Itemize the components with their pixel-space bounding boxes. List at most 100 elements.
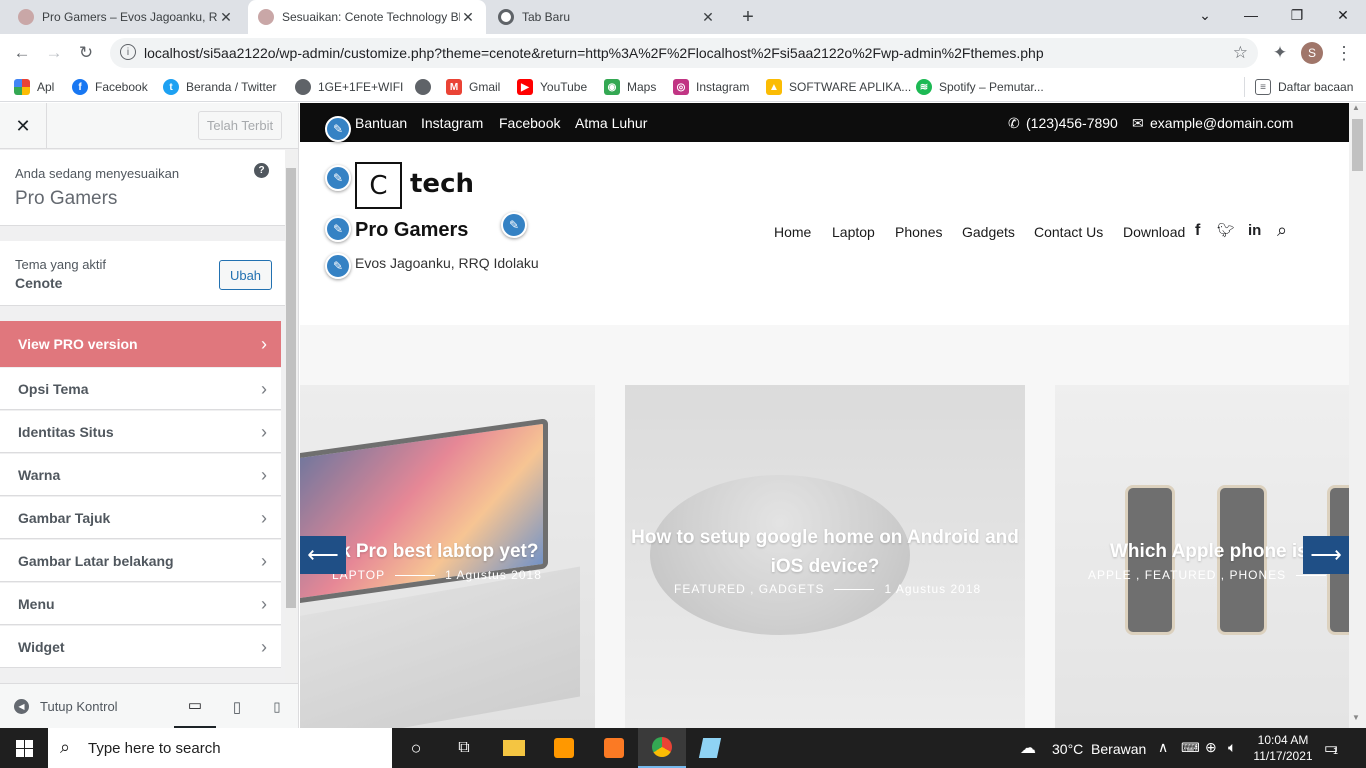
bookmark-facebook[interactable]: f Facebook <box>72 77 148 97</box>
slider-prev-button[interactable]: ⟵ <box>300 536 346 574</box>
network-globe-icon[interactable]: ⊕ <box>1205 739 1217 756</box>
sublime-text-icon[interactable] <box>540 728 588 768</box>
edit-shortcut-icon[interactable]: ✎ <box>325 165 351 191</box>
site-title[interactable]: Pro Gamers <box>355 219 468 242</box>
top-link-facebook[interactable]: Facebook <box>499 115 560 131</box>
desktop-preview-icon[interactable]: ▭ <box>174 684 216 728</box>
slider-next-button[interactable]: ⟶ <box>1303 536 1349 574</box>
mobile-preview-icon[interactable]: ▯ <box>262 684 292 728</box>
windows-start-icon[interactable] <box>0 728 48 768</box>
help-icon[interactable]: ? <box>254 163 269 178</box>
bookmark-globe[interactable] <box>415 77 438 97</box>
reading-list-button[interactable]: ≡ Daftar bacaan <box>1255 77 1353 97</box>
forward-icon[interactable]: → <box>41 40 67 66</box>
slide-google-home[interactable]: How to setup google home on Android and … <box>625 385 1025 728</box>
tab-customizer[interactable]: Sesuaikan: Cenote Technology Bl ✕ <box>248 0 486 34</box>
clock[interactable]: 10:04 AM 11/17/2021 <box>1253 732 1313 764</box>
menu-site-identity[interactable]: Identitas Situs › <box>0 411 281 453</box>
bookmark-wifi[interactable]: 1GE+1FE+WIFI <box>295 77 403 97</box>
menu-header-image[interactable]: Gambar Tajuk › <box>0 497 281 539</box>
nav-home[interactable]: Home <box>774 224 811 240</box>
tablet-preview-icon[interactable]: ▯ <box>222 684 252 728</box>
preview-scrollbar-thumb[interactable] <box>1352 119 1363 171</box>
notepad-icon[interactable] <box>686 728 734 768</box>
slide-categories[interactable]: FEATURED , GADGETS <box>674 582 824 596</box>
tab-pro-gamers[interactable]: Pro Gamers – Evos Jagoanku, RRQ ✕ <box>8 0 244 34</box>
scroll-up-icon[interactable]: ▲ <box>1352 103 1360 112</box>
menu-theme-options[interactable]: Opsi Tema › <box>0 368 281 410</box>
back-icon[interactable]: ← <box>9 40 35 66</box>
close-window-icon[interactable]: ✕ <box>1320 0 1366 30</box>
menu-kebab-icon[interactable]: ⋮ <box>1331 40 1357 66</box>
bookmark-apps[interactable]: Apl <box>14 77 54 97</box>
sidebar-scrollbar[interactable] <box>285 150 297 683</box>
view-pro-button[interactable]: View PRO version › <box>0 321 281 367</box>
taskbar-search-box[interactable]: ⌕ Type here to search <box>48 728 392 768</box>
close-icon[interactable]: ✕ <box>0 103 47 149</box>
menu-colors[interactable]: Warna › <box>0 454 281 496</box>
nav-phones[interactable]: Phones <box>895 224 942 240</box>
cortana-icon[interactable]: ○ <box>392 728 440 768</box>
menu-menus[interactable]: Menu › <box>0 583 281 625</box>
nav-contact-us[interactable]: Contact Us <box>1034 224 1103 240</box>
tab-new-tab[interactable]: Tab Baru ✕ <box>488 0 726 34</box>
address-bar[interactable]: i localhost/si5aa2122o/wp-admin/customiz… <box>110 38 1258 68</box>
nav-download[interactable]: Download <box>1123 224 1185 240</box>
close-tab-icon[interactable]: ✕ <box>460 9 476 26</box>
task-view-icon[interactable]: ⧉ <box>440 728 488 768</box>
volume-icon[interactable]: 🔈︎ <box>1228 739 1236 756</box>
bookmark-software[interactable]: ▲ SOFTWARE APLIKA... <box>766 77 911 97</box>
notifications-icon[interactable]: ▭ 1 <box>1324 739 1338 757</box>
top-link-bantuan[interactable]: Bantuan <box>355 115 407 131</box>
bookmark-spotify[interactable]: ≋ Spotify – Pemutar... <box>916 77 1044 97</box>
publish-button[interactable]: Telah Terbit <box>198 111 282 140</box>
nav-gadgets[interactable]: Gadgets <box>962 224 1015 240</box>
nav-laptop[interactable]: Laptop <box>832 224 875 240</box>
file-explorer-icon[interactable] <box>490 728 538 768</box>
bookmark-youtube[interactable]: ▶ YouTube <box>517 77 587 97</box>
hide-controls-button[interactable]: Tutup Kontrol <box>40 699 118 714</box>
tab-search-icon[interactable]: ⌄ <box>1182 0 1228 30</box>
edit-shortcut-icon[interactable]: ✎ <box>501 212 527 238</box>
menu-widgets[interactable]: Widget › <box>0 626 281 668</box>
top-link-atma-luhur[interactable]: Atma Luhur <box>575 115 647 131</box>
minimize-icon[interactable]: — <box>1228 0 1274 30</box>
ime-icon[interactable]: ⌨ <box>1181 740 1200 756</box>
menu-background-image[interactable]: Gambar Latar belakang › <box>0 540 281 582</box>
twitter-icon[interactable]: 🐦︎ <box>1217 222 1235 239</box>
close-tab-icon[interactable]: ✕ <box>700 9 716 26</box>
profile-avatar[interactable]: S <box>1301 42 1323 64</box>
bookmark-twitter[interactable]: t Beranda / Twitter <box>163 77 277 97</box>
sidebar-scrollbar-thumb[interactable] <box>286 168 296 608</box>
logo-mark[interactable]: C <box>355 162 402 209</box>
preview-scrollbar[interactable]: ▲ ▼ <box>1349 103 1366 728</box>
facebook-icon[interactable]: f <box>1195 222 1200 240</box>
bookmark-maps[interactable]: ◉ Maps <box>604 77 656 97</box>
linkedin-icon[interactable]: in <box>1248 222 1261 239</box>
top-link-instagram[interactable]: Instagram <box>421 115 483 131</box>
bookmark-instagram[interactable]: ◎ Instagram <box>673 77 749 97</box>
site-info-icon[interactable]: i <box>120 44 136 60</box>
search-icon[interactable]: ⌕ <box>1277 220 1287 241</box>
reload-icon[interactable]: ↻ <box>73 40 99 66</box>
bookmark-star-icon[interactable]: ☆ <box>1233 43 1248 63</box>
slide-categories[interactable]: APPLE , FEATURED , PHONES <box>1088 568 1286 582</box>
edit-shortcut-icon[interactable]: ✎ <box>325 253 351 279</box>
close-tab-icon[interactable]: ✕ <box>218 9 234 26</box>
new-tab-button[interactable]: + <box>736 5 760 29</box>
weather-cloud-icon[interactable]: ☁ <box>1020 738 1036 758</box>
xampp-icon[interactable] <box>590 728 638 768</box>
slide-title[interactable]: How to setup google home on Android and … <box>625 523 1025 581</box>
chrome-taskbar-icon[interactable] <box>638 728 686 768</box>
slide-title[interactable]: k Pro best labtop yet? <box>340 541 595 563</box>
bookmark-gmail[interactable]: M Gmail <box>446 77 500 97</box>
tray-chevron-icon[interactable]: ∧ <box>1158 739 1168 756</box>
scroll-down-icon[interactable]: ▼ <box>1352 713 1360 722</box>
edit-shortcut-icon[interactable]: ✎ <box>325 216 351 242</box>
weather-text[interactable]: 30°C Berawan <box>1052 741 1146 757</box>
extensions-icon[interactable]: ✦ <box>1267 40 1293 66</box>
logo-text[interactable]: tech <box>410 169 474 199</box>
maximize-icon[interactable]: ❐ <box>1274 0 1320 30</box>
change-theme-button[interactable]: Ubah <box>219 260 272 290</box>
collapse-icon[interactable]: ◀ <box>14 699 29 714</box>
